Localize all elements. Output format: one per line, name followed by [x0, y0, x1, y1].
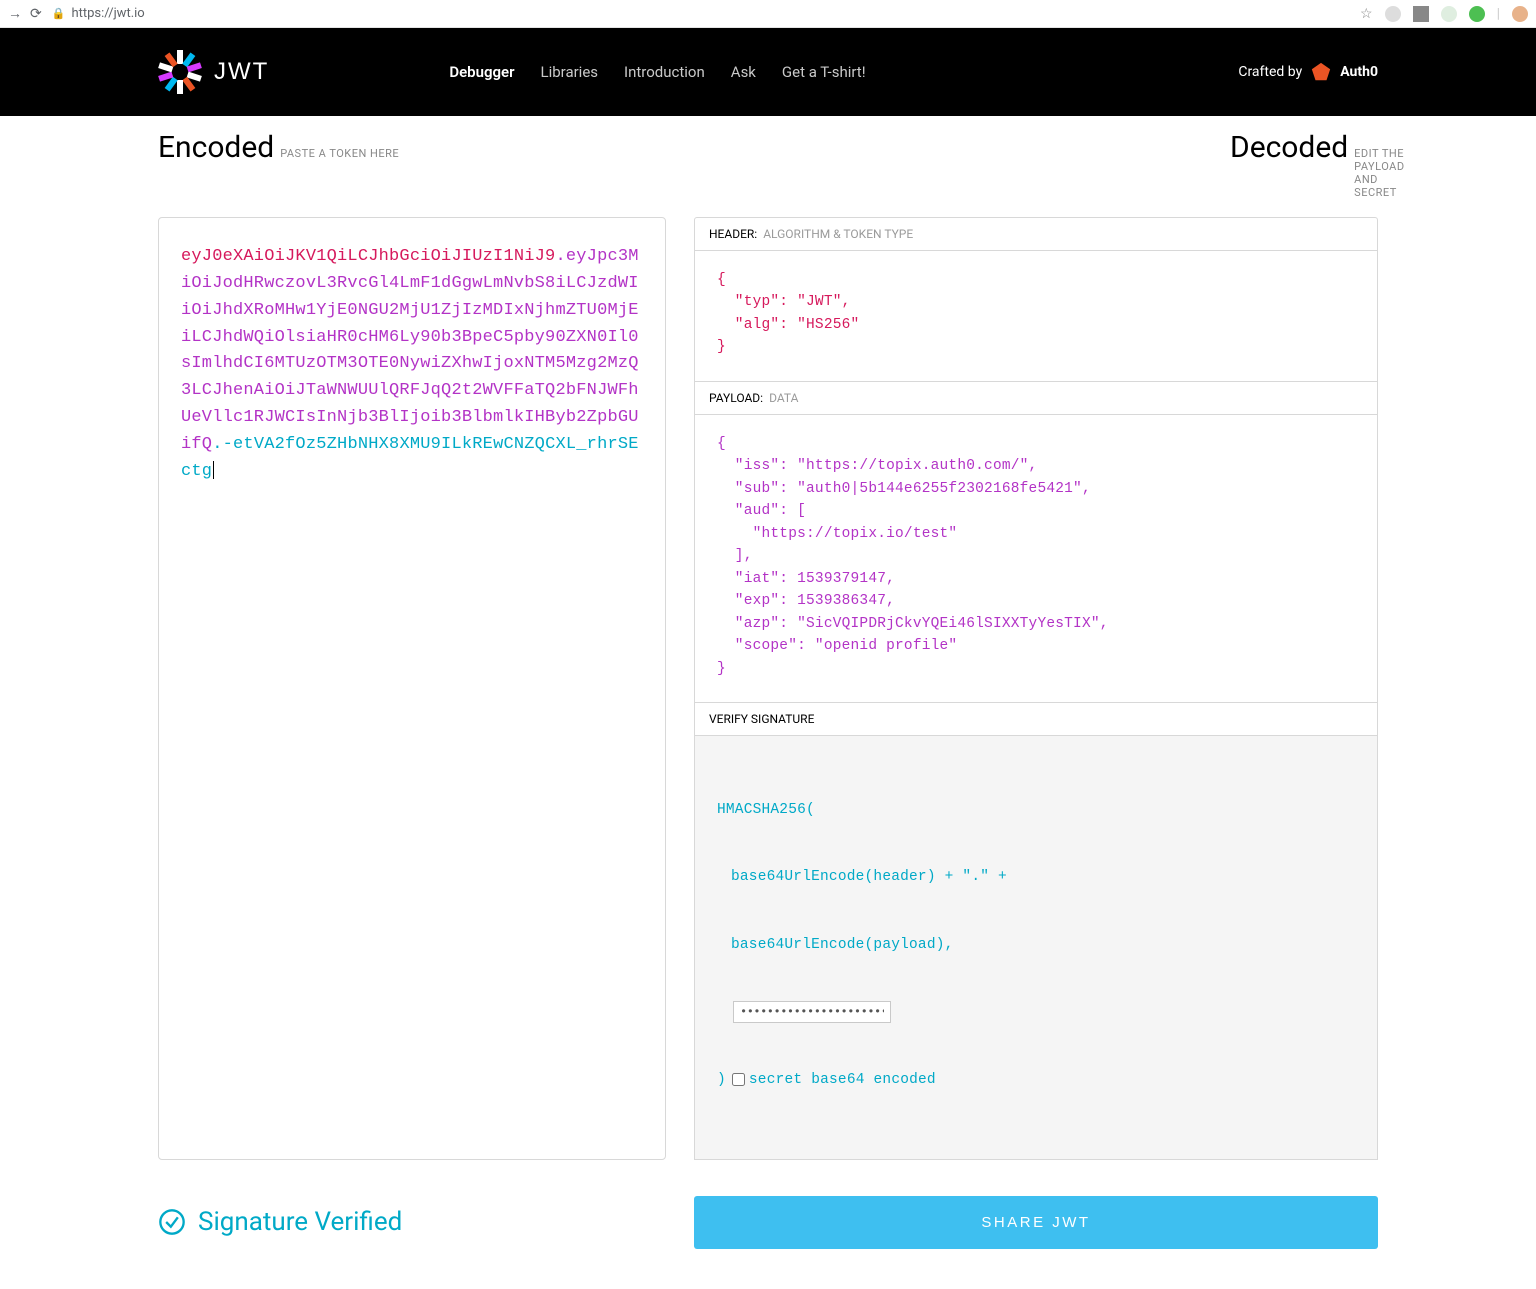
verify-signature-box: VERIFY SIGNATURE HMACSHA256( base64UrlEn… — [694, 703, 1378, 1160]
nav-libraries[interactable]: Libraries — [541, 63, 599, 81]
crafted-label: Crafted by — [1238, 64, 1302, 80]
logo[interactable]: JWT — [158, 50, 269, 94]
sig-line-2: base64UrlEncode(header) + "." + — [731, 866, 1007, 888]
ext-icon-1[interactable] — [1385, 6, 1401, 22]
decoded-header-box: HEADER: ALGORITHM & TOKEN TYPE { "typ": … — [694, 217, 1378, 382]
secret-input[interactable] — [733, 1001, 891, 1023]
decoded-payload-sublabel: DATA — [769, 391, 798, 405]
auth0-logo-icon — [1310, 61, 1332, 83]
encoded-hint: PASTE A TOKEN HERE — [280, 147, 399, 160]
decoded-header-editor[interactable]: { "typ": "JWT", "alg": "HS256" } — [695, 251, 1377, 381]
auth0-name: Auth0 — [1340, 64, 1378, 80]
signature-verified-label: Signature Verified — [198, 1207, 402, 1237]
signature-verified-status: Signature Verified — [158, 1207, 666, 1237]
reload-icon[interactable]: ⟳ — [30, 6, 42, 22]
forward-icon[interactable]: → — [8, 5, 22, 22]
decoded-payload-box: PAYLOAD: DATA { "iss": "https://topix.au… — [694, 382, 1378, 703]
address-bar[interactable]: https://jwt.io — [71, 6, 1360, 21]
decoded-payload-json: { "iss": "https://topix.auth0.com/", "su… — [717, 433, 1363, 680]
browser-chrome: → ⟳ 🔒 https://jwt.io ☆ G | — [0, 0, 1536, 28]
browser-extension-area: ☆ G | — [1360, 6, 1528, 22]
logo-mark-icon — [158, 50, 202, 94]
verify-signature-label: VERIFY SIGNATURE — [709, 712, 814, 726]
nav-debugger[interactable]: Debugger — [449, 63, 514, 81]
decoded-title: Decoded — [1230, 130, 1348, 165]
secret-base64-label: secret base64 encoded — [749, 1072, 936, 1088]
site-header: JWT Debugger Libraries Introduction Ask … — [0, 28, 1536, 116]
decoded-payload-editor[interactable]: { "iss": "https://topix.auth0.com/", "su… — [695, 415, 1377, 702]
decoded-hint: EDIT THE PAYLOAD AND SECRET — [1354, 147, 1404, 199]
share-jwt-button[interactable]: SHARE JWT — [694, 1196, 1378, 1249]
star-icon[interactable]: ☆ — [1360, 6, 1373, 22]
secret-base64-checkbox[interactable] — [732, 1073, 745, 1086]
avatar-icon[interactable] — [1512, 6, 1528, 22]
token-header-segment: eyJ0eXAiOiJKV1QiLCJhbGciOiJIUzI1NiJ9 — [181, 247, 555, 266]
token-payload-segment: eyJpc3MiOiJodHRwczovL3RvcGl4LmF1dGgwLmNv… — [181, 247, 639, 454]
nav-introduction[interactable]: Introduction — [624, 63, 705, 81]
decoded-header-label: HEADER: — [709, 227, 757, 241]
decoded-payload-label: PAYLOAD: — [709, 391, 763, 405]
decoded-header-json: { "typ": "JWT", "alg": "HS256" } — [717, 269, 1363, 359]
decoded-header-sublabel: ALGORITHM & TOKEN TYPE — [763, 227, 913, 241]
encoded-token-editor[interactable]: eyJ0eXAiOiJKV1QiLCJhbGciOiJIUzI1NiJ9.eyJ… — [158, 217, 666, 1160]
nav-ask[interactable]: Ask — [731, 63, 756, 81]
ext-icon-4[interactable] — [1469, 6, 1485, 22]
token-signature-segment: -etVA2fOz5ZHbNHX8XMU9ILkREwCNZQCXL_rhrSE… — [181, 435, 639, 481]
check-circle-icon — [158, 1208, 186, 1236]
top-nav: Debugger Libraries Introduction Ask Get … — [449, 63, 865, 81]
lock-icon: 🔒 — [52, 7, 66, 20]
sig-line-close: ) — [717, 1072, 726, 1088]
sig-line-3: base64UrlEncode(payload), — [731, 934, 954, 956]
sig-line-1: HMACSHA256( — [717, 799, 1363, 821]
browser-nav-buttons: → ⟳ — [8, 5, 42, 22]
ext-icon-3[interactable] — [1441, 6, 1457, 22]
crafted-by[interactable]: Crafted by Auth0 — [1238, 61, 1378, 83]
encoded-title: Encoded — [158, 130, 274, 165]
ext-icon-g[interactable]: G — [1413, 6, 1429, 22]
nav-tshirt[interactable]: Get a T-shirt! — [782, 63, 866, 81]
